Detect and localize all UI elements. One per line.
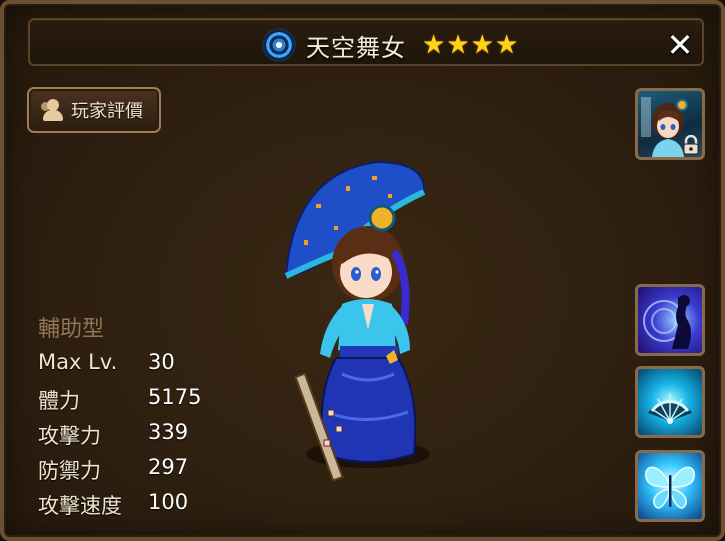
stat-row-attack: 攻擊力 339 bbox=[38, 420, 238, 455]
star-icon: ★ bbox=[470, 30, 494, 60]
skill-3-button[interactable] bbox=[635, 450, 705, 522]
star-icon: ★ bbox=[494, 30, 519, 60]
people-icon bbox=[39, 98, 65, 122]
skill-1-button[interactable] bbox=[635, 284, 705, 356]
star-icon: ★ bbox=[446, 30, 470, 60]
player-review-button[interactable]: 玩家評價 bbox=[27, 87, 161, 133]
close-button[interactable]: ✕ bbox=[664, 29, 696, 61]
stat-value: 5175 bbox=[148, 385, 202, 409]
stat-value: 297 bbox=[148, 455, 189, 479]
player-review-label: 玩家評價 bbox=[71, 101, 143, 122]
stat-value: 100 bbox=[148, 490, 189, 514]
stat-value: 30 bbox=[148, 350, 175, 374]
star-rating: ★ ★ ★ ★ bbox=[422, 32, 518, 58]
stat-value: 339 bbox=[148, 420, 189, 444]
stats-list: Max Lv. 30 體力 5175 攻擊力 339 防禦力 297 攻擊速度 … bbox=[38, 350, 238, 525]
stat-label: 攻擊力 bbox=[38, 424, 101, 448]
skill-3-butterfly-icon bbox=[645, 466, 695, 509]
stat-row-speed: 攻擊速度 100 bbox=[38, 490, 238, 525]
stat-label: 防禦力 bbox=[38, 459, 101, 483]
stat-label: Max Lv. bbox=[38, 350, 118, 374]
stat-row-hp: 體力 5175 bbox=[38, 385, 238, 420]
skill-2-button[interactable] bbox=[635, 366, 705, 438]
monster-character-image bbox=[284, 160, 430, 482]
skill-1-silhouette-icon bbox=[643, 295, 691, 349]
stat-row-max-lv: Max Lv. 30 bbox=[38, 350, 238, 385]
monster-type: 輔助型 bbox=[38, 317, 105, 342]
skill-2-fan-icon bbox=[648, 393, 692, 424]
monster-name: 天空舞女 bbox=[306, 33, 406, 62]
monster-info-panel: 天空舞女 ★ ★ ★ ★ ✕ 玩家評價 輔助型 Max Lv. 30 體力 51… bbox=[0, 0, 725, 541]
monster-portrait-button[interactable] bbox=[635, 88, 705, 160]
title-group: 天空舞女 ★ ★ ★ ★ bbox=[262, 27, 518, 63]
stat-label: 體力 bbox=[38, 389, 80, 413]
star-icon: ★ bbox=[422, 30, 446, 60]
stat-label: 攻擊速度 bbox=[38, 494, 122, 518]
lock-icon bbox=[683, 135, 699, 155]
water-element-icon bbox=[262, 28, 296, 62]
stat-row-defense: 防禦力 297 bbox=[38, 455, 238, 490]
